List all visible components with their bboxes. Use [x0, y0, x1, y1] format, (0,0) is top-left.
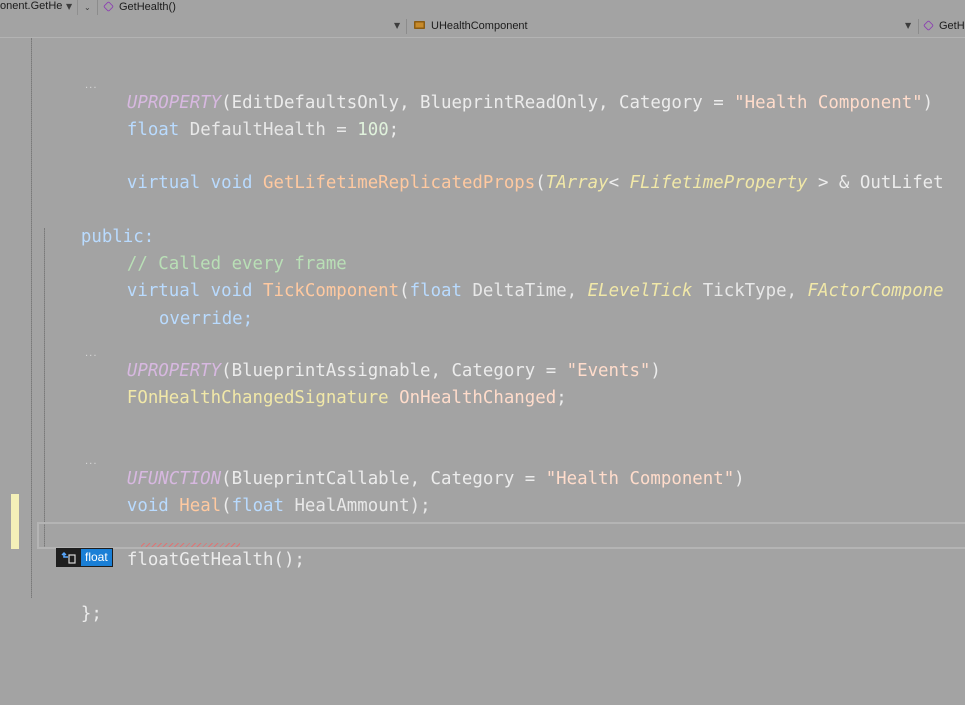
code-line: };	[39, 575, 102, 624]
indent-guide	[44, 228, 45, 548]
code-token: };	[80, 604, 102, 624]
keyword-token: float	[126, 120, 180, 140]
identifier-token: OnHealthChanged	[388, 388, 557, 408]
function-token: Heal	[179, 496, 222, 516]
keyword-token: float	[231, 496, 284, 516]
code-token: (	[221, 496, 232, 516]
member-dropdown[interactable]: GetHealth()	[103, 0, 176, 17]
method-cube-icon	[923, 20, 934, 31]
function-token: GetLifetimeReplicatedProps	[263, 173, 536, 193]
code-line: UPROPERTY(BlueprintAssignable, Category …	[85, 332, 661, 381]
identifier-token: DefaultHealth =	[179, 120, 358, 140]
chevron-down-icon[interactable]: ▼	[905, 21, 911, 30]
quick-action-label: float	[81, 549, 112, 566]
code-token: )	[734, 469, 745, 489]
code-line: // Called every frame	[85, 225, 347, 274]
project-scope-label: onent.GetHe	[0, 0, 63, 12]
keyword-token: virtual void	[126, 173, 264, 193]
toolbar-separator	[97, 0, 98, 15]
code-line: float DefaultHealth = 100;	[85, 91, 399, 140]
code-line: void Heal(float HealAmmount);	[85, 467, 431, 516]
code-token: )	[650, 361, 661, 381]
right-member-dropdown[interactable]: GetH	[923, 17, 965, 36]
type-token: FLifetimeProperty	[629, 173, 808, 193]
class-icon	[414, 21, 425, 29]
type-token: ELevelTick	[587, 281, 693, 301]
code-token: (	[399, 281, 410, 301]
code-token: )	[922, 93, 934, 113]
indent-guide	[31, 38, 32, 598]
function-token: TickComponent	[263, 281, 400, 301]
code-token: ;	[556, 388, 567, 408]
type-token: TArray	[545, 173, 609, 193]
chevron-down-icon[interactable]: ⌄	[84, 3, 91, 12]
string-token: "Health Component"	[734, 93, 923, 113]
type-token: FActorCompone	[807, 281, 944, 301]
code-line: UFUNCTION(BlueprintCallable, Category = …	[85, 440, 745, 489]
code-editor[interactable]: UPROPERTY(EditDefaultsOnly, BlueprintRea…	[0, 38, 965, 705]
keyword-token: void	[126, 496, 180, 516]
code-line: public:	[39, 198, 154, 247]
code-line: override;	[117, 280, 253, 329]
keyword-token: float	[409, 281, 462, 301]
identifier-token: DeltaTime,	[461, 281, 588, 301]
member-dropdown-label: GetHealth()	[119, 1, 176, 13]
quick-action-lightbulb-icon[interactable]	[57, 549, 81, 566]
navigation-row-bottom: ▼ UHealthComponent ▼ GetH	[0, 17, 965, 36]
navigation-row-top: onent.GetHe ▼ ⌄ GetHealth()	[0, 0, 965, 16]
code-token: ;	[388, 120, 400, 140]
code-token: (	[535, 173, 546, 193]
toolbar-separator	[406, 19, 407, 34]
right-member-dropdown-label: GetH	[939, 20, 965, 32]
string-token: "Health Component"	[545, 469, 735, 489]
number-token: 100	[357, 120, 389, 140]
code-line: UPROPERTY(EditDefaultsOnly, BlueprintRea…	[85, 64, 933, 113]
string-token: "Events"	[566, 361, 651, 381]
code-token: > & OutLifet	[807, 173, 944, 193]
class-dropdown[interactable]: UHealthComponent	[414, 17, 528, 36]
method-cube-icon	[103, 1, 114, 12]
toolbar-separator	[918, 19, 919, 34]
unsaved-change-marker	[11, 494, 19, 549]
error-squiggle[interactable]	[141, 543, 240, 547]
editor-navigation-bar: onent.GetHe ▼ ⌄ GetHealth() ▼ UHealthCom…	[0, 0, 965, 38]
class-dropdown-label: UHealthComponent	[431, 20, 528, 32]
chevron-down-icon[interactable]: ▼	[66, 2, 72, 11]
chevron-down-icon[interactable]: ▼	[394, 21, 400, 30]
function-token: GetHealth	[179, 550, 274, 570]
code-token: <	[608, 173, 630, 193]
code-token: ();	[273, 550, 305, 570]
code-line: FOnHealthChangedSignature OnHealthChange…	[85, 359, 567, 408]
identifier-token: HealAmmount);	[283, 496, 431, 516]
keyword-token: float	[126, 550, 180, 570]
code-line: virtual void GetLifetimeReplicatedProps(…	[85, 144, 944, 193]
identifier-token: TickType,	[692, 281, 808, 301]
type-token: FOnHealthChangedSignature	[126, 388, 389, 408]
quick-action-tooltip[interactable]: float	[56, 548, 113, 567]
code-line: virtual void TickComponent(float DeltaTi…	[85, 252, 944, 301]
keyword-token: override;	[158, 309, 254, 329]
